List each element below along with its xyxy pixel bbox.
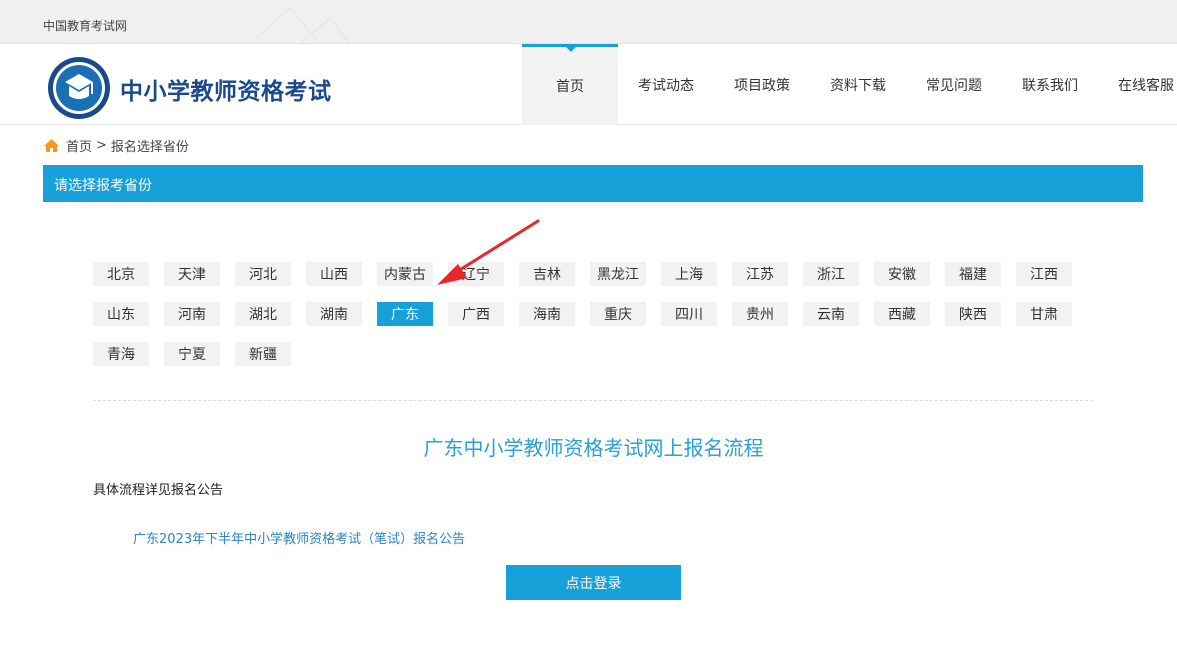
province-button[interactable]: 四川 [661,302,717,326]
province-button[interactable]: 黑龙江 [590,262,646,286]
province-button[interactable]: 山东 [93,302,149,326]
nav-item-online-service[interactable]: 在线客服 [1098,44,1177,125]
province-button[interactable]: 江苏 [732,262,788,286]
province-button[interactable]: 广东 [377,302,433,326]
province-button[interactable]: 海南 [519,302,575,326]
province-button[interactable]: 浙江 [803,262,859,286]
province-button[interactable]: 贵州 [732,302,788,326]
province-button[interactable]: 重庆 [590,302,646,326]
nav-item-exam-news[interactable]: 考试动态 [618,44,714,125]
province-button[interactable]: 辽宁 [448,262,504,286]
active-caret-icon [565,46,577,52]
province-button[interactable]: 河南 [164,302,220,326]
breadcrumb-current: 报名选择省份 [110,140,189,155]
main-nav: 首页 考试动态 项目政策 资料下载 常见问题 联系我们 在线客服 [522,44,1177,125]
province-button[interactable]: 江西 [1016,262,1072,286]
top-bar: 中国教育考试网 [0,0,1177,44]
breadcrumb-home-link[interactable]: 首页 [66,136,92,155]
nav-item-faq[interactable]: 常见问题 [906,44,1002,125]
site-brand-title[interactable]: 中小学教师资格考试 [120,72,332,106]
province-button[interactable]: 甘肃 [1016,302,1072,326]
province-button[interactable]: 湖北 [235,302,291,326]
nav-item-policy[interactable]: 项目政策 [714,44,810,125]
header: 中小学教师资格考试 首页 考试动态 项目政策 资料下载 常见问题 联系我们 在线… [0,44,1177,125]
province-button[interactable]: 云南 [803,302,859,326]
divider [93,400,1093,401]
section-title: 请选择报考省份 [54,178,152,194]
province-button[interactable]: 上海 [661,262,717,286]
province-button[interactable]: 新疆 [235,342,291,366]
province-button[interactable]: 西藏 [874,302,930,326]
flow-note: 具体流程详见报名公告 [93,483,224,498]
site-name[interactable]: 中国教育考试网 [43,17,127,34]
section-header: 请选择报考省份 [43,165,1143,202]
province-button[interactable]: 福建 [945,262,1001,286]
province-button[interactable]: 河北 [235,262,291,286]
login-button[interactable]: 点击登录 [506,565,681,600]
breadcrumb-separator: > [96,138,107,153]
province-button[interactable]: 内蒙古 [377,262,433,286]
province-button[interactable]: 广西 [448,302,504,326]
mountain-decoration-icon [250,7,351,44]
province-button[interactable]: 北京 [93,262,149,286]
breadcrumb: 首页 > 报名选择省份 [43,136,189,155]
nav-item-home[interactable]: 首页 [522,44,618,125]
province-button[interactable]: 山西 [306,262,362,286]
registration-notice-link[interactable]: 广东2023年下半年中小学教师资格考试（笔试）报名公告 [133,528,465,547]
province-button[interactable]: 湖南 [306,302,362,326]
province-button[interactable]: 陕西 [945,302,1001,326]
province-button[interactable]: 天津 [164,262,220,286]
province-button[interactable]: 宁夏 [164,342,220,366]
exam-logo-icon [48,57,110,119]
province-button[interactable]: 安徽 [874,262,930,286]
nav-item-downloads[interactable]: 资料下载 [810,44,906,125]
home-icon [44,139,59,152]
province-button[interactable]: 吉林 [519,262,575,286]
nav-item-contact[interactable]: 联系我们 [1002,44,1098,125]
flow-title: 广东中小学教师资格考试网上报名流程 [423,436,764,460]
province-button[interactable]: 青海 [93,342,149,366]
